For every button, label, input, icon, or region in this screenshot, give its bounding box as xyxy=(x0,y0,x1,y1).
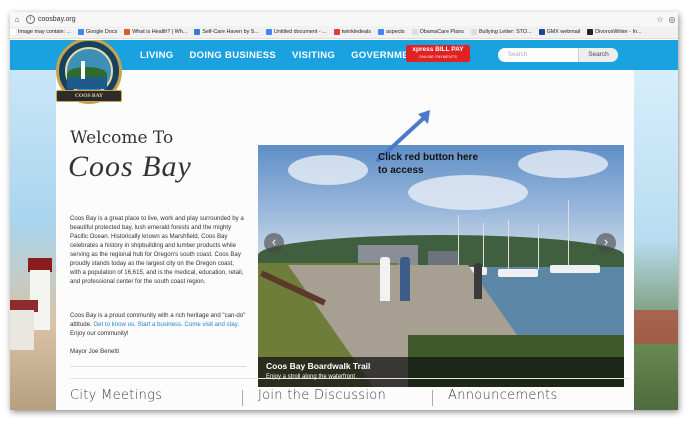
bookmark-item[interactable]: aspects xyxy=(378,29,405,35)
visit-link[interactable]: Come visit and stay. xyxy=(185,321,239,328)
side-image-right xyxy=(634,70,678,410)
bookmark-label: Google Docs xyxy=(86,29,118,35)
main-nav: LIVING DOING BUSINESS VISITING GOVERNMEN… xyxy=(140,40,438,70)
section-headings: City Meetings Join the Discussion Announ… xyxy=(24,388,584,406)
bookmark-favicon-icon xyxy=(587,29,594,35)
boat-mast xyxy=(568,200,569,270)
bookmark-favicon-icon xyxy=(265,29,272,35)
city-name: Coos Bay xyxy=(68,150,192,183)
cloud xyxy=(288,155,368,185)
home-icon[interactable]: ⌂ xyxy=(12,15,22,24)
bookmark-favicon-icon xyxy=(411,29,418,35)
bookmark-label: twinkledeals xyxy=(341,29,371,35)
boat-mast xyxy=(538,225,539,270)
address-bar: ⌂ i coosbay.org ☆ ◎ xyxy=(10,12,678,26)
info-icon[interactable]: i xyxy=(26,14,35,24)
bookmark-label: aspects xyxy=(386,29,405,35)
bookmark-item[interactable]: twinkledeals xyxy=(333,29,371,35)
nav-visiting[interactable]: VISITING xyxy=(292,50,335,61)
search-input[interactable]: Search xyxy=(498,48,578,62)
announcements-heading[interactable]: Announcements xyxy=(448,388,558,403)
logo-banner: COOS BAY xyxy=(56,90,122,102)
camera-icon[interactable]: ◎ xyxy=(666,15,678,24)
url-field[interactable]: coosbay.org xyxy=(38,16,654,23)
xpress-title: xpress BILL PAY xyxy=(412,46,464,53)
divider xyxy=(70,366,246,367)
cloud xyxy=(518,150,608,178)
bookmark-label: What is Health? | Wh... xyxy=(132,29,188,35)
xpress-bill-pay-button[interactable]: xpress BILL PAY ONLINE PAYMENTS xyxy=(406,45,470,62)
welcome-heading: Welcome To xyxy=(70,128,174,148)
bookmark-item[interactable]: Image may contain: ... xyxy=(10,29,71,35)
bookmark-favicon-icon xyxy=(333,29,340,35)
intro-paragraph: Coos Bay is a great place to live, work … xyxy=(70,215,244,285)
person xyxy=(380,257,390,301)
bookmark-label: ObamaCare Plans xyxy=(419,29,464,35)
caption-title: Coos Bay Boardwalk Trail xyxy=(266,361,371,371)
cloud xyxy=(408,175,528,210)
community-suffix: Enjoy our community! xyxy=(70,330,129,337)
bookmark-favicon-icon xyxy=(378,29,384,35)
person xyxy=(400,257,410,301)
boat-mast xyxy=(458,215,459,270)
get-to-know-link[interactable]: Get to know us. xyxy=(93,321,135,328)
bookmark-item[interactable]: GMX webmail xyxy=(538,29,581,35)
bookmark-item[interactable]: Self-Care Haven by S... xyxy=(194,29,259,35)
boat xyxy=(498,269,538,277)
bookmark-label: Image may contain: ... xyxy=(18,29,72,35)
slider-next-button[interactable]: › xyxy=(596,233,616,253)
join-discussion-heading[interactable]: Join the Discussion xyxy=(258,388,386,403)
web-page: Welcome To Coos Bay Coos Bay is a great … xyxy=(10,40,678,410)
bookmark-item[interactable]: Bullying Letter: STO... xyxy=(470,29,532,35)
boat-mast xyxy=(508,219,509,271)
slider-prev-button[interactable]: ‹ xyxy=(264,233,284,253)
logo-water xyxy=(67,77,107,89)
house xyxy=(10,310,34,350)
mayor-signature: Mayor Joe Benetti xyxy=(70,348,120,355)
nav-living[interactable]: LIVING xyxy=(140,50,173,61)
bookmark-item[interactable]: Untitled document - ... xyxy=(265,29,327,35)
bookmarks-bar: Image may contain: ... Google Docs What is… xyxy=(10,26,678,39)
boat xyxy=(550,265,600,273)
bookmark-item[interactable]: ObamaCare Plans xyxy=(411,29,464,35)
bookmark-label: DivorceWriter - In... xyxy=(595,29,642,35)
section-divider xyxy=(70,378,630,379)
bookmark-label: Bullying Letter: STO... xyxy=(478,29,532,35)
screenshot-frame: ⌂ i coosbay.org ☆ ◎ Image may contain: .… xyxy=(10,12,678,410)
separator xyxy=(242,390,243,406)
bookmark-label: Untitled document - ... xyxy=(273,29,327,35)
bookmark-favicon-icon xyxy=(538,29,545,35)
building xyxy=(428,251,458,265)
bookmark-favicon-icon xyxy=(194,29,201,35)
bookmark-label: Self-Care Haven by S... xyxy=(202,29,259,35)
slider-caption: Coos Bay Boardwalk Trail Enjoy a stroll … xyxy=(258,357,624,387)
bookmark-item[interactable]: What is Health? | Wh... xyxy=(124,29,187,35)
community-paragraph: Coos Bay is a proud community with a ric… xyxy=(70,311,246,338)
hero-slider[interactable]: ‹ › Coos Bay Boardwalk Trail Enjoy a str… xyxy=(258,145,624,387)
logo-ship xyxy=(81,61,85,79)
annotation-text: Click red button here to access xyxy=(378,152,479,176)
nav-doing-business[interactable]: DOING BUSINESS xyxy=(189,50,276,61)
city-meetings-heading[interactable]: City Meetings xyxy=(70,388,162,403)
bookmark-item[interactable]: DivorceWriter - In... xyxy=(587,29,641,35)
search-button[interactable]: Search xyxy=(578,48,618,62)
railing xyxy=(634,310,678,344)
bookmark-favicon-icon xyxy=(124,29,131,35)
main-content: Welcome To Coos Bay Coos Bay is a great … xyxy=(56,70,634,410)
boat-mast xyxy=(483,223,484,271)
bookmark-favicon-icon xyxy=(10,29,16,35)
bookmark-favicon-icon xyxy=(470,29,477,35)
person xyxy=(474,263,482,299)
bookmark-favicon-icon xyxy=(78,29,85,35)
bookmark-item[interactable]: Google Docs xyxy=(78,29,117,35)
star-icon[interactable]: ☆ xyxy=(654,15,666,24)
side-image-left xyxy=(10,70,56,410)
xpress-subtitle: ONLINE PAYMENTS xyxy=(418,55,458,59)
bookmark-label: GMX webmail xyxy=(546,29,581,35)
caption-subtitle: Enjoy a stroll along the waterfront xyxy=(266,374,356,380)
start-business-link[interactable]: Start a business. xyxy=(137,321,182,328)
separator xyxy=(432,390,433,406)
